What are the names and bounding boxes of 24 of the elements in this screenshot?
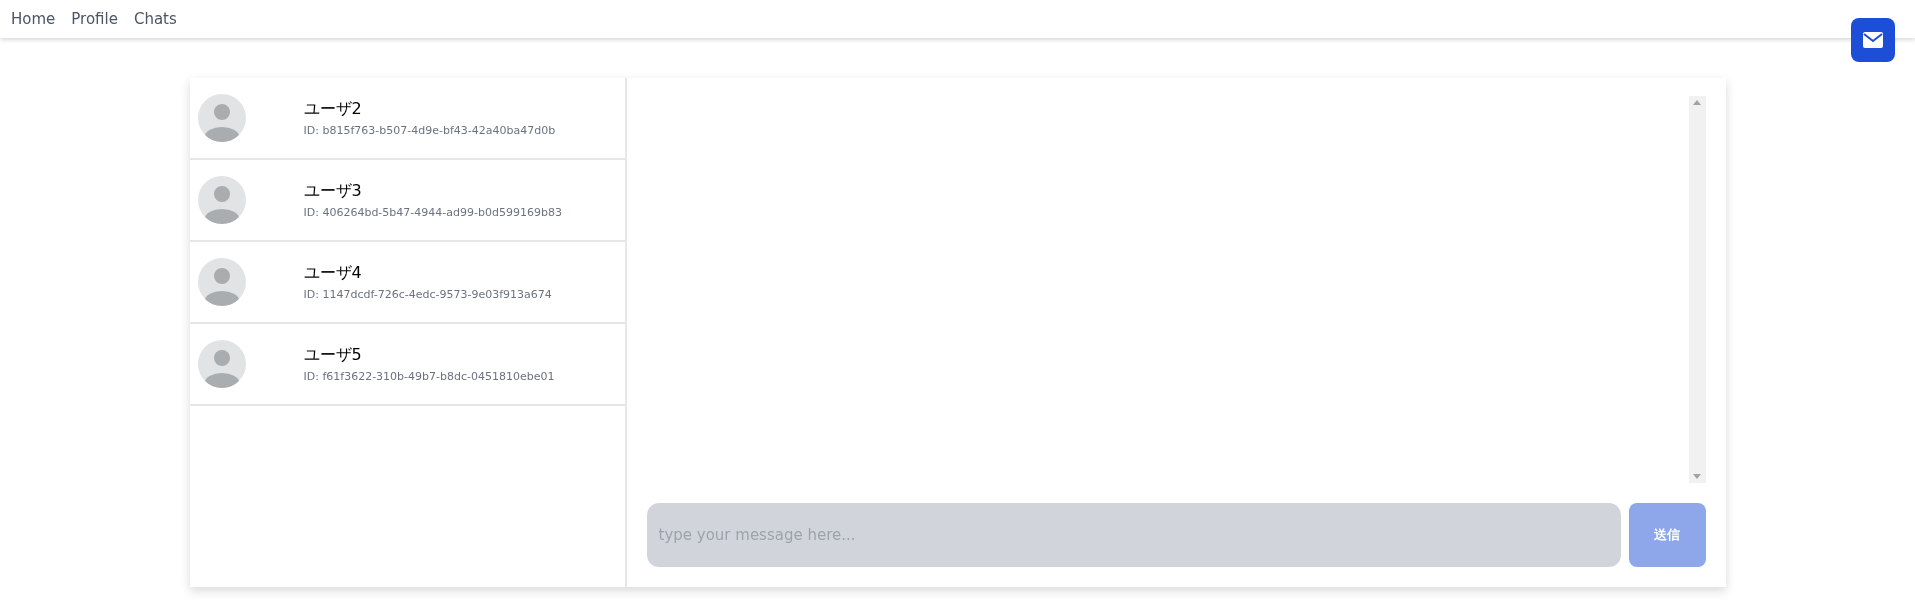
scroll-up-icon[interactable] [1693, 100, 1701, 105]
avatar-icon [197, 176, 246, 224]
user-id: ID: f61f3622-310b-49b7-b8dc-0451810ebe01 [303, 370, 555, 383]
nav-link[interactable]: Profile [71, 10, 118, 28]
user-id: ID: b815f763-b507-4d9e-bf43-42a40ba47d0b [303, 124, 556, 137]
user-id: ID: 406264bd-5b47-4944-ad99-b0d599169b83 [303, 206, 562, 219]
avatar-icon [197, 94, 246, 142]
user-item[interactable]: ユーザ3 ID: 406264bd-5b47-4944-ad99-b0d599169b83 [189, 160, 625, 242]
user-name: ユーザ5 [303, 345, 363, 366]
nav-link[interactable]: Home [11, 10, 56, 28]
user-id: ID: 1147dcdf-726c-4edc-9573-9e03f913a674 [303, 288, 552, 301]
user-name: ユーザ2 [303, 99, 363, 120]
nav-link[interactable]: Chats [133, 10, 177, 28]
avatar-icon [197, 340, 246, 388]
mail-button[interactable] [1851, 18, 1895, 62]
scroll-down-icon[interactable] [1693, 474, 1701, 479]
mail-icon [1863, 32, 1883, 48]
user-item[interactable]: ユーザ5 ID: f61f3622-310b-49b7-b8dc-0451810ebe01 [189, 324, 625, 406]
user-name: ユーザ4 [303, 263, 363, 284]
scrollbar[interactable] [1688, 96, 1706, 483]
user-item[interactable]: ユーザ2 ID: b815f763-b507-4d9e-bf43-42a40ba47d0b [189, 78, 625, 160]
user-name: ユーザ3 [303, 181, 363, 202]
user-item[interactable]: ユーザ4 ID: 1147dcdf-726c-4edc-9573-9e03f913a674 [189, 242, 625, 324]
avatar-icon [197, 258, 246, 306]
